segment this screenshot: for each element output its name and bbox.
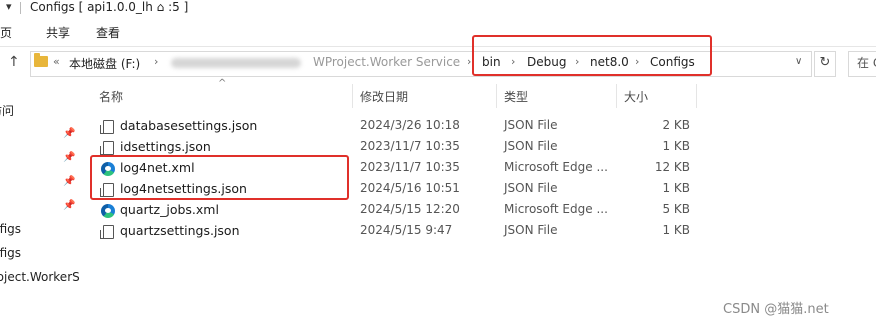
quick-access-chevron-icon[interactable]: ▾: [6, 0, 12, 13]
column-header-date[interactable]: 修改日期: [360, 88, 408, 110]
file-type: Microsoft Edge ...: [504, 202, 608, 216]
nav-item-worker[interactable]: roject.WorkerS: [0, 270, 80, 284]
file-size: 1 KB: [662, 139, 690, 153]
file-type: JSON File: [504, 139, 558, 153]
tab-home[interactable]: 主页: [0, 24, 12, 41]
pin-icon[interactable]: 📌: [63, 128, 75, 139]
tab-view[interactable]: 查看: [96, 24, 120, 41]
file-size: 5 KB: [662, 202, 690, 216]
nav-item-configs[interactable]: nfigs: [0, 222, 21, 236]
title-bar: ▾ Configs [ api1.0.0_lh ⌂ :5 ]: [0, 0, 876, 18]
pin-icon[interactable]: 📌: [63, 176, 75, 187]
file-row[interactable]: databasesettings.json 2024/3/26 10:18 JS…: [92, 116, 712, 137]
file-size: 1 KB: [662, 223, 690, 237]
address-row: ↑ « 本地磁盘 (F:) › WProject.Worker Service …: [0, 48, 876, 78]
ribbon: 主页 共享 查看: [0, 18, 876, 47]
search-input[interactable]: 在 C: [848, 51, 876, 77]
file-name: databasesettings.json: [120, 118, 258, 133]
file-type: Microsoft Edge ...: [504, 160, 608, 174]
folder-icon: [34, 53, 48, 67]
address-dropdown-icon[interactable]: ∨: [795, 56, 802, 67]
column-header-type[interactable]: 类型: [504, 88, 528, 110]
breadcrumb-chevron-icon: ›: [154, 55, 159, 68]
column-divider[interactable]: [696, 84, 697, 108]
nav-item-configs[interactable]: nfigs: [0, 246, 21, 260]
highlight-box-log4net-files: [90, 155, 349, 200]
file-size: 12 KB: [654, 160, 690, 174]
file-size: 2 KB: [662, 118, 690, 132]
file-date: 2024/5/16 10:51: [360, 181, 460, 195]
column-header-size[interactable]: 大小: [624, 88, 648, 110]
json-file-icon: [100, 140, 114, 156]
watermark: CSDN @猫猫.net: [723, 302, 829, 317]
nav-item-quick-access[interactable]: 访问: [0, 102, 14, 119]
redacted-path: [171, 58, 301, 68]
highlight-box-breadcrumb: [472, 35, 712, 76]
file-date: 2024/5/15 9:47: [360, 223, 453, 237]
column-divider[interactable]: [616, 84, 617, 108]
file-date: 2024/3/26 10:18: [360, 118, 460, 132]
file-date: 2023/11/7 10:35: [360, 160, 460, 174]
file-name: quartz_jobs.xml: [120, 202, 219, 217]
pin-icon[interactable]: 📌: [63, 200, 75, 211]
column-divider[interactable]: [496, 84, 497, 108]
file-type: JSON File: [504, 118, 558, 132]
breadcrumb-chevron-icon: ›: [467, 55, 472, 68]
file-name: quartzsettings.json: [120, 223, 240, 238]
edge-icon: [100, 203, 115, 219]
refresh-button[interactable]: ↻: [814, 51, 836, 77]
navigation-pane: 访问 📌 📌 📌 📌 nfigs nfigs roject.WorkerS: [0, 80, 82, 325]
file-row[interactable]: quartzsettings.json 2024/5/15 9:47 JSON …: [92, 221, 712, 242]
json-file-icon: [100, 224, 114, 240]
file-date: 2024/5/15 12:20: [360, 202, 460, 216]
title-divider: [20, 2, 21, 14]
json-file-icon: [100, 119, 114, 135]
pin-icon[interactable]: 📌: [63, 152, 75, 163]
window-title: Configs [ api1.0.0_lh ⌂ :5 ]: [30, 0, 189, 14]
breadcrumb-project[interactable]: WProject.Worker Service: [313, 55, 460, 69]
file-type: JSON File: [504, 223, 558, 237]
file-size: 1 KB: [662, 181, 690, 195]
breadcrumb-overflow[interactable]: «: [53, 55, 60, 68]
file-row[interactable]: quartz_jobs.xml 2024/5/15 12:20 Microsof…: [92, 200, 712, 221]
file-date: 2023/11/7 10:35: [360, 139, 460, 153]
breadcrumb-drive[interactable]: 本地磁盘 (F:): [69, 55, 140, 72]
sort-caret-icon: ^: [218, 78, 227, 89]
column-divider[interactable]: [352, 84, 353, 108]
column-header-name[interactable]: 名称: [99, 88, 123, 110]
up-arrow-icon[interactable]: ↑: [8, 54, 20, 70]
file-name: idsettings.json: [120, 139, 211, 154]
file-type: JSON File: [504, 181, 558, 195]
tab-share[interactable]: 共享: [46, 24, 70, 41]
